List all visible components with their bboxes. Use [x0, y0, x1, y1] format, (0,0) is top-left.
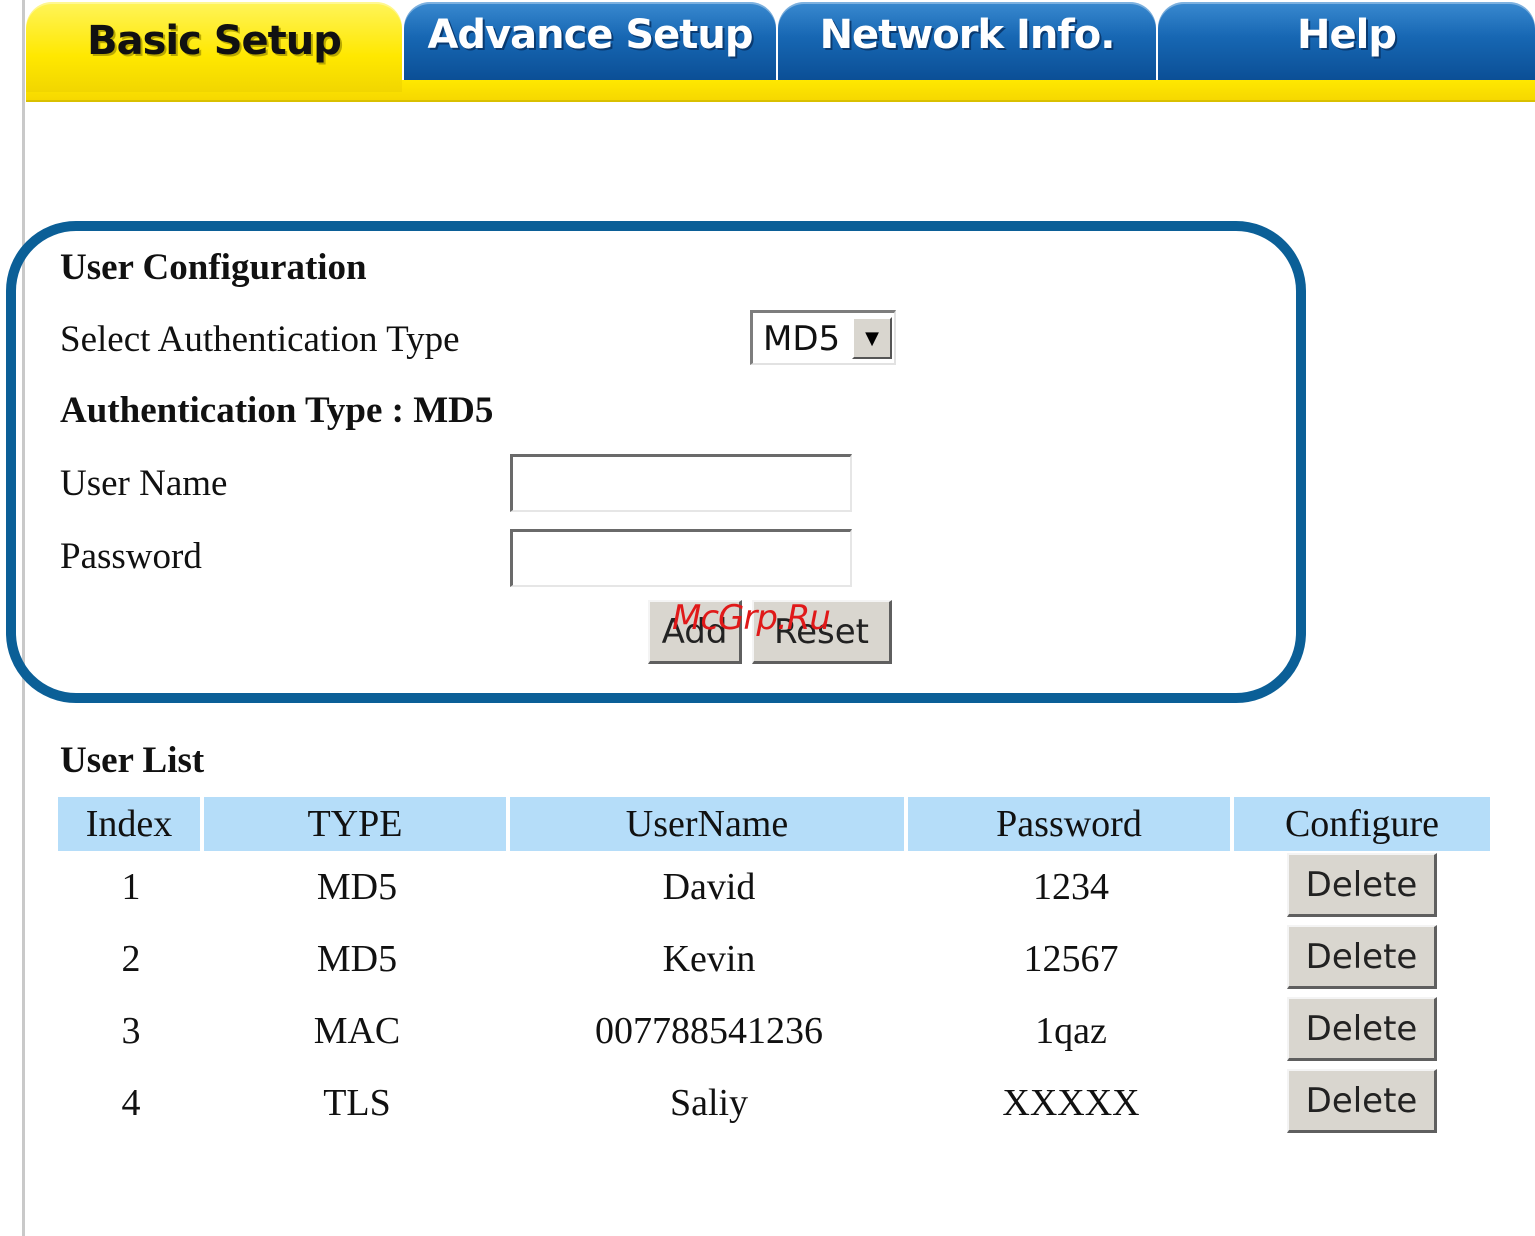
tab-label: Network Info.: [819, 12, 1116, 58]
cell-password: 1234: [1033, 866, 1109, 908]
cell-username: 007788541236: [595, 1010, 823, 1052]
column-header-password: Password: [908, 797, 1234, 851]
tab-label: Basic Setup: [87, 18, 342, 64]
delete-button[interactable]: Delete: [1287, 1069, 1437, 1133]
user-list-table: Index TYPE UserName Password Configure 1…: [58, 797, 1490, 1139]
password-input[interactable]: [510, 529, 852, 587]
tab-bar: Advance Setup Network Info. Help Basic S…: [26, 0, 1535, 102]
tab-label: Advance Setup: [427, 12, 753, 58]
table-row: 1 MD5 David 1234 Delete: [58, 851, 1490, 923]
cell-username: Kevin: [662, 938, 756, 980]
delete-button[interactable]: Delete: [1287, 925, 1437, 989]
tab-label: Help: [1297, 12, 1397, 58]
cell-configure: Delete: [1234, 851, 1490, 923]
username-input[interactable]: [510, 454, 852, 512]
tab-network-info[interactable]: Network Info.: [778, 2, 1156, 80]
table-row: 2 MD5 Kevin 12567 Delete: [58, 923, 1490, 995]
table-header-row: Index TYPE UserName Password Configure: [58, 797, 1490, 851]
user-configuration-title: User Configuration: [60, 247, 367, 288]
column-header-index: Index: [58, 797, 204, 851]
tab-help[interactable]: Help: [1158, 2, 1535, 80]
cell-configure: Delete: [1234, 923, 1490, 995]
tab-advance-setup[interactable]: Advance Setup: [404, 2, 776, 80]
cell-index: 3: [121, 1010, 141, 1052]
password-label: Password: [60, 536, 202, 577]
tab-basic-setup[interactable]: Basic Setup: [26, 2, 402, 92]
cell-index: 1: [121, 866, 141, 908]
cell-username: David: [662, 866, 756, 908]
cell-username: Saliy: [669, 1082, 749, 1124]
cell-type: MD5: [316, 938, 398, 980]
auth-type-select[interactable]: MD5 ▼: [750, 310, 896, 365]
cell-index: 4: [121, 1082, 141, 1124]
cell-password: 1qaz: [1035, 1010, 1107, 1052]
auth-type-select-value: MD5: [763, 319, 841, 359]
cell-type: TLS: [323, 1082, 391, 1124]
cell-configure: Delete: [1234, 995, 1490, 1067]
cell-index: 2: [121, 938, 141, 980]
username-label: User Name: [60, 463, 228, 504]
auth-type-select-label: Select Authentication Type: [60, 319, 460, 360]
table-row: 3 MAC 007788541236 1qaz Delete: [58, 995, 1490, 1067]
cell-password: 12567: [1023, 938, 1119, 980]
cell-configure: Delete: [1234, 1067, 1490, 1139]
column-header-username: UserName: [510, 797, 908, 851]
dropdown-arrow-icon[interactable]: ▼: [852, 317, 892, 359]
user-list-title: User List: [60, 740, 205, 781]
delete-button[interactable]: Delete: [1287, 997, 1437, 1061]
column-header-type: TYPE: [204, 797, 510, 851]
column-header-configure: Configure: [1234, 797, 1490, 851]
cell-type: MD5: [316, 866, 398, 908]
table-row: 4 TLS Saliy XXXXX Delete: [58, 1067, 1490, 1139]
cell-password: XXXXX: [1002, 1082, 1140, 1124]
cell-type: MAC: [313, 1010, 401, 1052]
auth-type-heading: Authentication Type : MD5: [60, 390, 494, 431]
delete-button[interactable]: Delete: [1287, 853, 1437, 917]
watermark-text: McGrp.Ru: [672, 598, 831, 638]
